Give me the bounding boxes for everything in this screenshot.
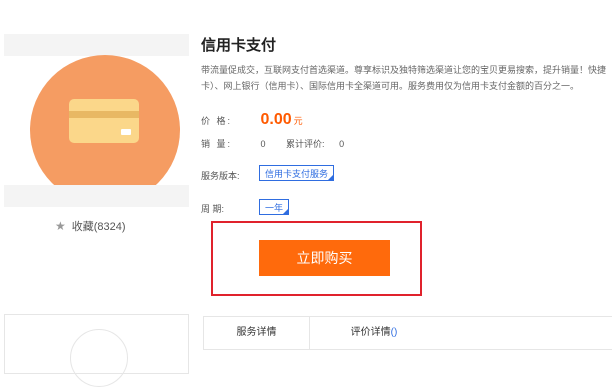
review-count: () [390,327,398,338]
reviews-value: 0 [339,139,345,149]
price-row: 价 格: 0.00 元 [201,111,303,129]
card-stripe [69,111,139,118]
card-chip [121,129,131,135]
description-line-2: 卡）、网上银行（信用卡）、国际信用卡全渠道可用。服务费用仅为信用卡支付金额的百分… [201,81,580,91]
price-label: 价 格: [201,116,233,126]
left-secondary-panel [4,314,189,387]
star-icon: ★ [55,219,66,233]
image-top-strip [4,34,189,56]
period-option-label: 一年 [265,203,284,213]
avatar [70,329,128,387]
tab-review-label: 评价详情 [350,327,391,338]
favorite-label: 收藏(8324) [71,221,126,233]
description-line-1: 带流量促成交，互联网支付首选渠道。尊享标识及独特筛选渠道让您的宝贝更易搜索，提升… [201,65,607,75]
period-label: 周 期: [201,204,225,214]
image-bottom-strip [4,185,189,207]
version-option-selected[interactable]: 信用卡支付服务 [259,165,335,181]
page-title: 信用卡支付 [201,37,277,54]
version-label: 服务版本: [201,171,240,181]
period-option-selected[interactable]: 一年 [259,199,290,215]
product-icon [30,55,180,205]
price-value: 0.00 [260,111,292,128]
version-option-label: 信用卡支付服务 [265,169,329,179]
selected-check-icon [327,174,335,181]
tab-service-details[interactable]: 服务详情 [204,317,310,349]
sales-value: 0 [260,139,266,149]
reviews-label: 累计评价: [286,139,325,149]
detail-tabs: 服务详情 评价详情() [203,316,612,350]
favorite-button[interactable]: ★ 收藏(8324) [55,218,126,234]
credit-card-icon [69,99,139,143]
product-description: 带流量促成交，互联网支付首选渠道。尊享标识及独特筛选渠道让您的宝贝更易搜索，提升… [201,62,612,94]
sales-label: 销 量: [201,139,233,149]
tab-review-details[interactable]: 评价详情() [329,317,419,349]
buy-now-button[interactable]: 立即购买 [259,240,390,276]
price-unit: 元 [293,116,303,126]
selected-check-icon [282,208,290,215]
sales-row: 销 量: 0 累计评价: 0 [201,137,344,150]
